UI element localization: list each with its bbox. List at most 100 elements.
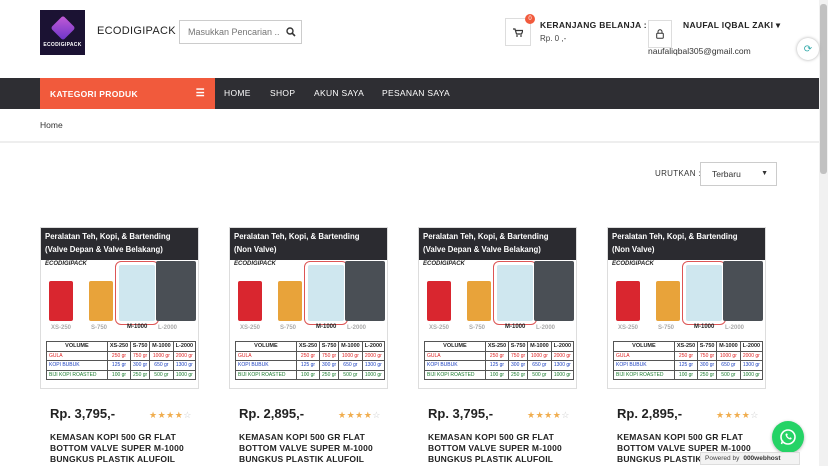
spec-cell: 1000 gr xyxy=(739,369,764,380)
rating-stars: ★★★★☆ xyxy=(527,410,570,421)
star-icon: ★ xyxy=(716,410,725,420)
product-title[interactable]: KEMASAN KOPI 500 GR FLAT BOTTOM VALVE SU… xyxy=(428,432,588,465)
spec-cell: 250 gr xyxy=(673,350,699,361)
band-line-2: (Valve Depan & Valve Belakang) xyxy=(423,244,541,254)
bag-size-label: M-1000 xyxy=(694,324,715,330)
bag-image xyxy=(278,281,302,321)
breadcrumb-home[interactable]: Home xyxy=(40,120,63,130)
bag-size-label: M-1000 xyxy=(127,324,148,330)
page: ECODIGIPACK ECODIGIPACK 0 KERANJANG BELA… xyxy=(0,0,828,466)
spec-row: KOPI BUBUK 125 gr 300 gr 650 gr 1300 gr xyxy=(235,360,386,371)
product-card-image[interactable]: Peralatan Teh, Kopi, & Bartending (Valve … xyxy=(40,227,199,389)
product-card-image[interactable]: Peralatan Teh, Kopi, & Bartending (Valve … xyxy=(418,227,577,389)
spec-cell: 2000 gr xyxy=(550,350,575,361)
hosting-label: Powered by xyxy=(705,455,740,462)
product-card-image[interactable]: Peralatan Teh, Kopi, & Bartending (Non Va… xyxy=(229,227,388,389)
spec-header-cell: XS-250 xyxy=(295,341,321,352)
bag-size-label: L-2000 xyxy=(347,325,367,331)
bag-image xyxy=(156,261,196,321)
star-icon: ★ xyxy=(355,410,364,420)
product-price: Rp. 3,795,- xyxy=(428,406,494,421)
spec-cell: 300 gr xyxy=(697,360,718,371)
image-brand: ECODIGIPACK xyxy=(423,261,465,267)
user-account-button[interactable] xyxy=(648,20,672,48)
bag-image xyxy=(493,261,537,325)
star-empty-icon: ☆ xyxy=(183,410,192,420)
sort-value: Terbaru xyxy=(712,169,741,179)
spec-cell: 650 gr xyxy=(149,360,174,371)
bag-image xyxy=(238,281,262,321)
whatsapp-button[interactable] xyxy=(772,421,804,453)
bag-image xyxy=(304,261,348,325)
category-label: KATEGORI PRODUK xyxy=(50,88,138,99)
spec-cell: 1000 gr xyxy=(149,350,174,361)
floating-widget-button[interactable]: ⟳ xyxy=(797,38,819,60)
brand-name[interactable]: ECODIGIPACK xyxy=(97,25,176,37)
spec-header-cell: M-1000 xyxy=(527,341,552,352)
category-menu-button[interactable]: KATEGORI PRODUK ☰ xyxy=(40,78,215,109)
nav-home[interactable]: HOME xyxy=(224,78,251,109)
whatsapp-icon xyxy=(780,429,796,445)
spec-cell: 2000 gr xyxy=(172,350,197,361)
spec-cell: GULA xyxy=(613,350,675,361)
spec-cell: 1300 gr xyxy=(361,360,386,371)
divider xyxy=(0,141,819,143)
search-button[interactable] xyxy=(280,21,301,43)
sort-select[interactable]: Terbaru ▼ xyxy=(700,162,777,186)
nav-pesanan-saya[interactable]: PESANAN SAYA xyxy=(382,78,450,109)
product-price: Rp. 2,895,- xyxy=(239,406,305,421)
bag-image xyxy=(723,261,763,321)
spec-cell: 1000 gr xyxy=(361,369,386,380)
hosting-badge[interactable]: Powered by 000webhost xyxy=(700,452,800,465)
site-logo[interactable]: ECODIGIPACK xyxy=(40,10,85,55)
bag-size-label: S-750 xyxy=(469,325,486,331)
star-icon: ★ xyxy=(149,410,158,420)
nav-akun-saya[interactable]: AKUN SAYA xyxy=(314,78,364,109)
spec-header-cell: L-2000 xyxy=(172,341,197,352)
spec-header-cell: L-2000 xyxy=(739,341,764,352)
product-title[interactable]: KEMASAN KOPI 500 GR FLAT BOTTOM VALVE SU… xyxy=(50,432,210,465)
bag-size-label: S-750 xyxy=(658,325,675,331)
spec-cell: 250 gr xyxy=(508,369,529,380)
product-card-image[interactable]: Peralatan Teh, Kopi, & Bartending (Non Va… xyxy=(607,227,766,389)
band-line-1: Peralatan Teh, Kopi, & Bartending xyxy=(612,232,738,241)
bag-size-label: M-1000 xyxy=(505,324,526,330)
spec-cell: 100 gr xyxy=(673,369,699,380)
user-menu[interactable]: NAUFAL IQBAL ZAKI ▾ xyxy=(683,20,781,31)
scrollbar[interactable] xyxy=(819,0,828,466)
spec-table: VOLUME XS-250 S-750 M-1000 L-2000 GULA 250 gr 7… xyxy=(46,341,197,380)
spec-cell: 750 gr xyxy=(697,350,718,361)
bag-image xyxy=(427,281,451,321)
spec-header-cell: S-750 xyxy=(130,341,151,352)
band-line-2: (Non Valve) xyxy=(234,244,277,254)
spec-cell: 250 gr xyxy=(130,369,151,380)
bag-size-label: M-1000 xyxy=(316,324,337,330)
spec-cell: GULA xyxy=(235,350,297,361)
search-input[interactable] xyxy=(180,21,280,43)
product-category-band: Peralatan Teh, Kopi, & Bartending (Non Va… xyxy=(608,228,765,260)
rating-stars: ★★★★☆ xyxy=(338,410,381,421)
bag-image xyxy=(682,261,726,325)
spec-row: GULA 250 gr 750 gr 1000 gr 2000 gr xyxy=(235,350,386,361)
spec-cell: 250 gr xyxy=(484,350,510,361)
spec-cell: 750 gr xyxy=(319,350,340,361)
spec-row: BIJI KOPI ROASTED 100 gr 250 gr 500 gr 1000 … xyxy=(424,369,575,380)
product-price: Rp. 2,895,- xyxy=(617,406,683,421)
spec-cell: 125 gr xyxy=(484,360,510,371)
spec-row: BIJI KOPI ROASTED 100 gr 250 gr 500 gr 1000 … xyxy=(235,369,386,380)
scrollbar-thumb[interactable] xyxy=(820,4,827,174)
spec-row: GULA 250 gr 750 gr 1000 gr 2000 gr xyxy=(46,350,197,361)
spec-cell: BIJI KOPI ROASTED xyxy=(613,369,675,380)
spec-header-cell: S-750 xyxy=(697,341,718,352)
product-title[interactable]: KEMASAN KOPI 500 GR FLAT BOTTOM VALVE SU… xyxy=(239,432,399,465)
spec-header-cell: VOLUME xyxy=(235,341,297,352)
widget-icon: ⟳ xyxy=(803,43,813,55)
spec-header-cell: VOLUME xyxy=(46,341,108,352)
image-brand: ECODIGIPACK xyxy=(612,261,654,267)
spec-cell: 750 gr xyxy=(508,350,529,361)
spec-cell: KOPI BUBUK xyxy=(46,360,108,371)
nav-shop[interactable]: SHOP xyxy=(270,78,295,109)
main-navbar: KATEGORI PRODUK ☰ HOME SHOP AKUN SAYA PE… xyxy=(0,78,819,109)
spec-table: VOLUME XS-250 S-750 M-1000 L-2000 GULA 250 gr 7… xyxy=(613,341,764,380)
chevron-down-icon: ▼ xyxy=(761,170,768,177)
